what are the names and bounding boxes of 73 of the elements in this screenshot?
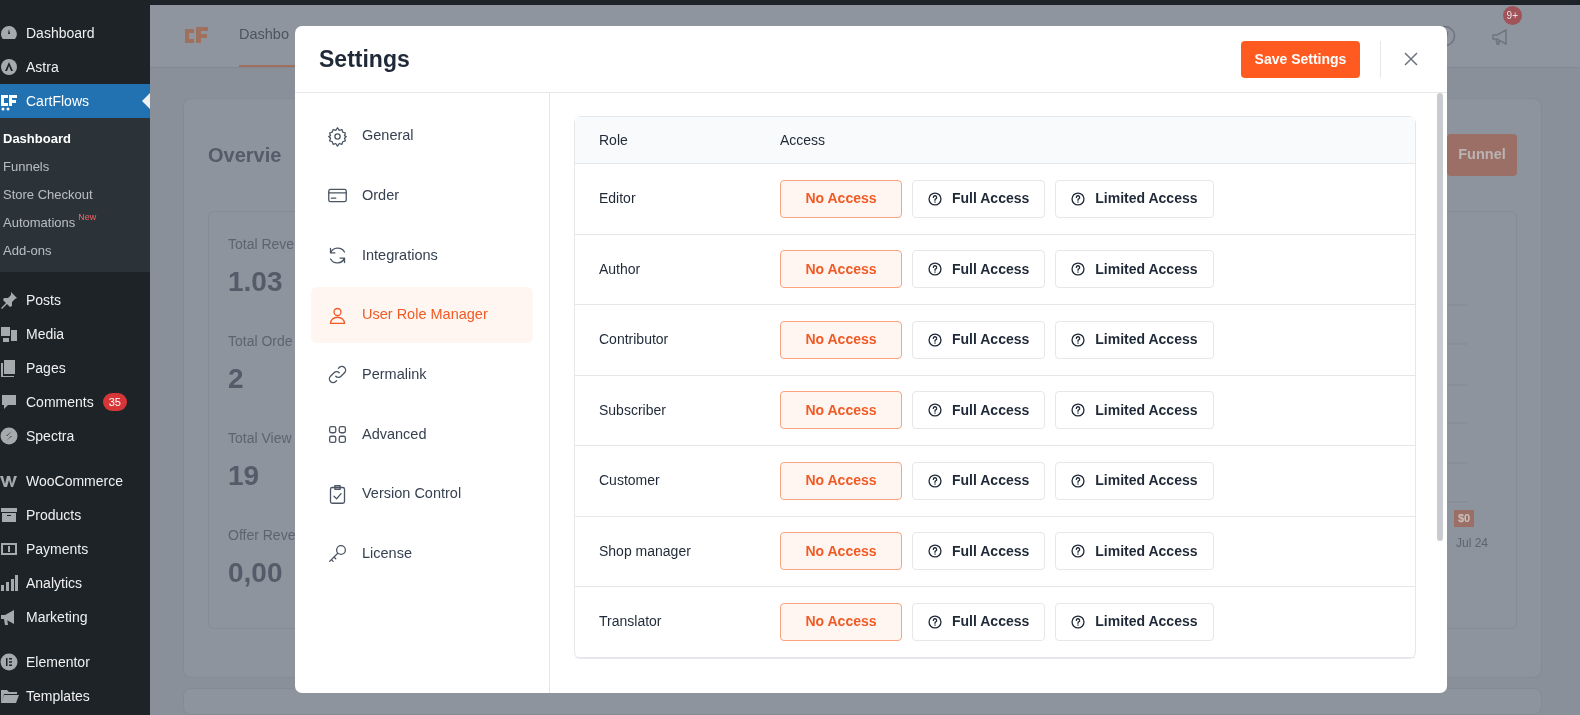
- chart-value-tag: $0: [1454, 510, 1475, 527]
- sidebar-item[interactable]: Products: [0, 498, 150, 532]
- role-name: Shop manager: [598, 541, 692, 561]
- access-option-button[interactable]: Limited Access: [1055, 461, 1214, 500]
- stat-value: 2: [228, 362, 245, 396]
- notification-badge: 9+: [1502, 6, 1522, 25]
- refresh-icon: [327, 244, 348, 266]
- sidebar-item[interactable]: Marketing: [0, 600, 150, 634]
- access-option-button[interactable]: Limited Access: [1055, 179, 1214, 218]
- settings-nav-item[interactable]: Order: [311, 167, 533, 224]
- sidebar-item[interactable]: WooCommerce: [0, 464, 150, 498]
- access-option-button[interactable]: Full Access: [912, 461, 1046, 500]
- access-option-button[interactable]: Limited Access: [1055, 391, 1214, 430]
- settings-nav-item[interactable]: Permalink: [311, 346, 533, 403]
- role-name: Translator: [598, 612, 663, 632]
- sidebar-item[interactable]: Posts: [0, 283, 150, 317]
- access-option-button[interactable]: Limited Access: [1055, 250, 1214, 289]
- scrollbar-thumb[interactable]: [1437, 93, 1443, 541]
- access-option-button[interactable]: Limited Access: [1055, 320, 1214, 359]
- role-name: Subscriber: [598, 400, 667, 420]
- submenu-item[interactable]: Funnels: [0, 153, 150, 181]
- settings-nav-item[interactable]: General: [311, 108, 533, 164]
- current-arrow-icon: [142, 93, 150, 109]
- sidebar-item[interactable]: Spectra: [0, 419, 150, 453]
- sidebar-item[interactable]: Elementor: [0, 645, 150, 679]
- clipboard-check-icon: [327, 483, 348, 505]
- submenu-item[interactable]: Automations $^{New}$: [0, 209, 150, 237]
- role-name: Customer: [598, 471, 661, 491]
- settings-nav-item[interactable]: Advanced: [311, 406, 533, 463]
- access-option-button[interactable]: Full Access: [912, 602, 1046, 641]
- overview-title: Overvie: [208, 143, 283, 168]
- role-name: Editor: [598, 189, 637, 209]
- settings-nav-item[interactable]: Version Control: [311, 466, 533, 523]
- sidebar-item[interactable]: Astra: [0, 50, 150, 84]
- stat-value: 19: [228, 459, 261, 493]
- access-option-button[interactable]: Full Access: [912, 391, 1046, 430]
- link-icon: [327, 364, 348, 386]
- sidebar-item[interactable]: Media: [0, 317, 150, 351]
- column-header: Access: [780, 130, 826, 150]
- pin-icon: [0, 290, 19, 310]
- access-option-button[interactable]: Full Access: [912, 179, 1046, 218]
- sidebar-item[interactable]: Comments 35: [0, 385, 150, 419]
- sidebar-item[interactable]: CartFlows: [0, 84, 150, 118]
- gear-icon: [327, 125, 348, 147]
- media-icon: [0, 324, 19, 344]
- column-header: Role: [598, 130, 629, 150]
- access-option-button[interactable]: Limited Access: [1055, 602, 1214, 641]
- sidebar-item[interactable]: Pages: [0, 351, 150, 385]
- speech-bubble-icon: [0, 392, 19, 412]
- sidebar-item[interactable]: Analytics: [0, 566, 150, 600]
- stat-value: 0,00: [228, 556, 284, 590]
- settings-nav-item[interactable]: License: [311, 525, 533, 582]
- access-option-button[interactable]: Full Access: [912, 250, 1046, 289]
- dialog-title: Settings: [319, 44, 410, 74]
- stat-value: 1.03: [228, 265, 284, 299]
- submenu-item[interactable]: Dashboard: [0, 125, 150, 153]
- grid-icon: [327, 423, 348, 445]
- sidebar-item[interactable]: Dashboard: [0, 16, 150, 50]
- submenu-item[interactable]: Add-ons: [0, 237, 150, 265]
- count-badge: 35: [102, 392, 127, 412]
- sidebar-item[interactable]: Templates: [0, 679, 150, 713]
- submenu-item[interactable]: Store Checkout: [0, 181, 150, 209]
- close-icon: [1403, 51, 1419, 67]
- key-icon: [327, 543, 348, 565]
- sidebar-item[interactable]: Payments: [0, 532, 150, 566]
- settings-nav-item[interactable]: Integrations: [311, 227, 533, 284]
- bar-chart-icon: [0, 573, 19, 593]
- role-name: Author: [598, 259, 642, 279]
- access-option-button[interactable]: Limited Access: [1055, 532, 1214, 571]
- new-tag: New: [78, 213, 97, 222]
- role-name: Contributor: [598, 330, 670, 350]
- access-option-button[interactable]: Full Access: [912, 320, 1046, 359]
- access-option-button[interactable]: Full Access: [912, 532, 1046, 571]
